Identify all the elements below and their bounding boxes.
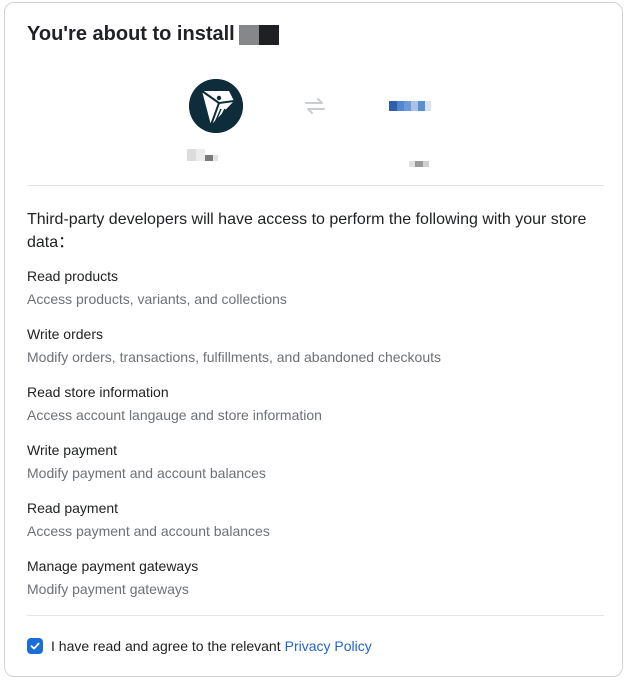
swap-arrows-icon	[304, 96, 326, 116]
permission-title: Read store information	[27, 384, 169, 400]
consent-row: I have read and agree to the relevant Pr…	[27, 638, 372, 654]
permission-description: Modify orders, transactions, fulfillment…	[27, 349, 442, 365]
permission-item: Write orders Modify orders, transactions…	[27, 325, 607, 366]
app-logo	[189, 79, 243, 133]
redacted-app-name	[238, 24, 279, 45]
dialog-title-text: You're about to install	[27, 23, 235, 45]
consent-text: I have read and agree to the relevant	[51, 638, 281, 654]
permission-title: Write orders	[27, 326, 103, 342]
divider-bottom	[27, 615, 604, 616]
permission-item: Read store information Access account la…	[27, 383, 607, 424]
redacted-app-label	[187, 149, 218, 161]
permission-description: Access products, variants, and collectio…	[27, 291, 287, 307]
permission-description: Access account langauge and store inform…	[27, 407, 322, 423]
install-dialog: You're about to install Third-party deve…	[4, 2, 623, 677]
store-logo	[389, 101, 431, 111]
checkmark-icon	[30, 642, 40, 650]
dialog-title: You're about to install	[27, 23, 279, 46]
permission-description: Modify payment gateways	[27, 581, 189, 597]
permission-description: Modify payment and account balances	[27, 465, 266, 481]
permission-description: Access payment and account balances	[27, 523, 270, 539]
cube-logo-icon	[189, 79, 243, 133]
permission-item: Read products Access products, variants,…	[27, 267, 607, 308]
privacy-policy-link[interactable]: Privacy Policy	[285, 638, 372, 654]
divider-top	[27, 185, 604, 186]
permission-title: Manage payment gateways	[27, 558, 199, 574]
permission-title: Read products	[27, 268, 119, 284]
redacted-store-label	[409, 155, 429, 167]
permission-item: Write payment Modify payment and account…	[27, 441, 607, 482]
permission-title: Write payment	[27, 442, 117, 458]
consent-checkbox[interactable]	[27, 638, 43, 654]
permission-item: Read payment Access payment and account …	[27, 499, 607, 540]
access-intro: Third-party developers will have access …	[27, 211, 587, 251]
permission-title: Read payment	[27, 500, 119, 516]
permission-item: Manage payment gateways Modify payment g…	[27, 557, 607, 598]
